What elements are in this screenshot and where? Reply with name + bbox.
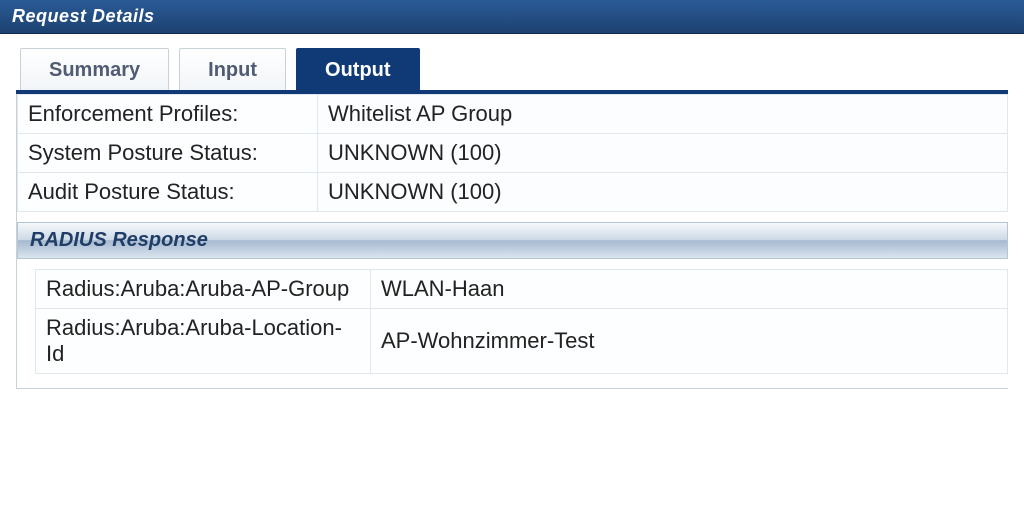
radius-response-header: RADIUS Response xyxy=(17,222,1008,259)
tab-input[interactable]: Input xyxy=(179,48,286,90)
radius-response-body: Radius:Aruba:Aruba-AP-Group WLAN-Haan Ra… xyxy=(17,259,1008,374)
tab-label: Summary xyxy=(49,59,140,81)
tab-output[interactable]: Output xyxy=(296,48,420,90)
output-panel: Enforcement Profiles: Whitelist AP Group… xyxy=(16,94,1008,389)
radius-response-table: Radius:Aruba:Aruba-AP-Group WLAN-Haan Ra… xyxy=(35,269,1008,374)
row-value: WLAN-Haan xyxy=(371,270,1008,309)
row-key: Audit Posture Status: xyxy=(18,173,318,212)
row-key: Enforcement Profiles: xyxy=(18,95,318,134)
tab-label: Output xyxy=(325,59,391,81)
tab-summary[interactable]: Summary xyxy=(20,48,169,90)
tab-label: Input xyxy=(208,59,257,81)
row-value: UNKNOWN (100) xyxy=(318,134,1008,173)
window-title: Request Details xyxy=(0,0,1024,34)
row-value: Whitelist AP Group xyxy=(318,95,1008,134)
row-value: AP-Wohnzimmer-Test xyxy=(371,309,1008,374)
row-key: Radius:Aruba:Aruba-AP-Group xyxy=(36,270,371,309)
row-key: Radius:Aruba:Aruba-Location-Id xyxy=(36,309,371,374)
table-row: Radius:Aruba:Aruba-Location-Id AP-Wohnzi… xyxy=(36,309,1008,374)
section-title: RADIUS Response xyxy=(30,229,208,251)
tab-bar: Summary Input Output xyxy=(20,48,1008,90)
content-area: Summary Input Output Enforcement Profile… xyxy=(0,34,1024,389)
row-value: UNKNOWN (100) xyxy=(318,173,1008,212)
table-row: System Posture Status: UNKNOWN (100) xyxy=(18,134,1008,173)
output-summary-table: Enforcement Profiles: Whitelist AP Group… xyxy=(17,94,1008,212)
table-row: Enforcement Profiles: Whitelist AP Group xyxy=(18,95,1008,134)
table-row: Audit Posture Status: UNKNOWN (100) xyxy=(18,173,1008,212)
row-key: System Posture Status: xyxy=(18,134,318,173)
table-row: Radius:Aruba:Aruba-AP-Group WLAN-Haan xyxy=(36,270,1008,309)
window-title-text: Request Details xyxy=(12,6,155,26)
